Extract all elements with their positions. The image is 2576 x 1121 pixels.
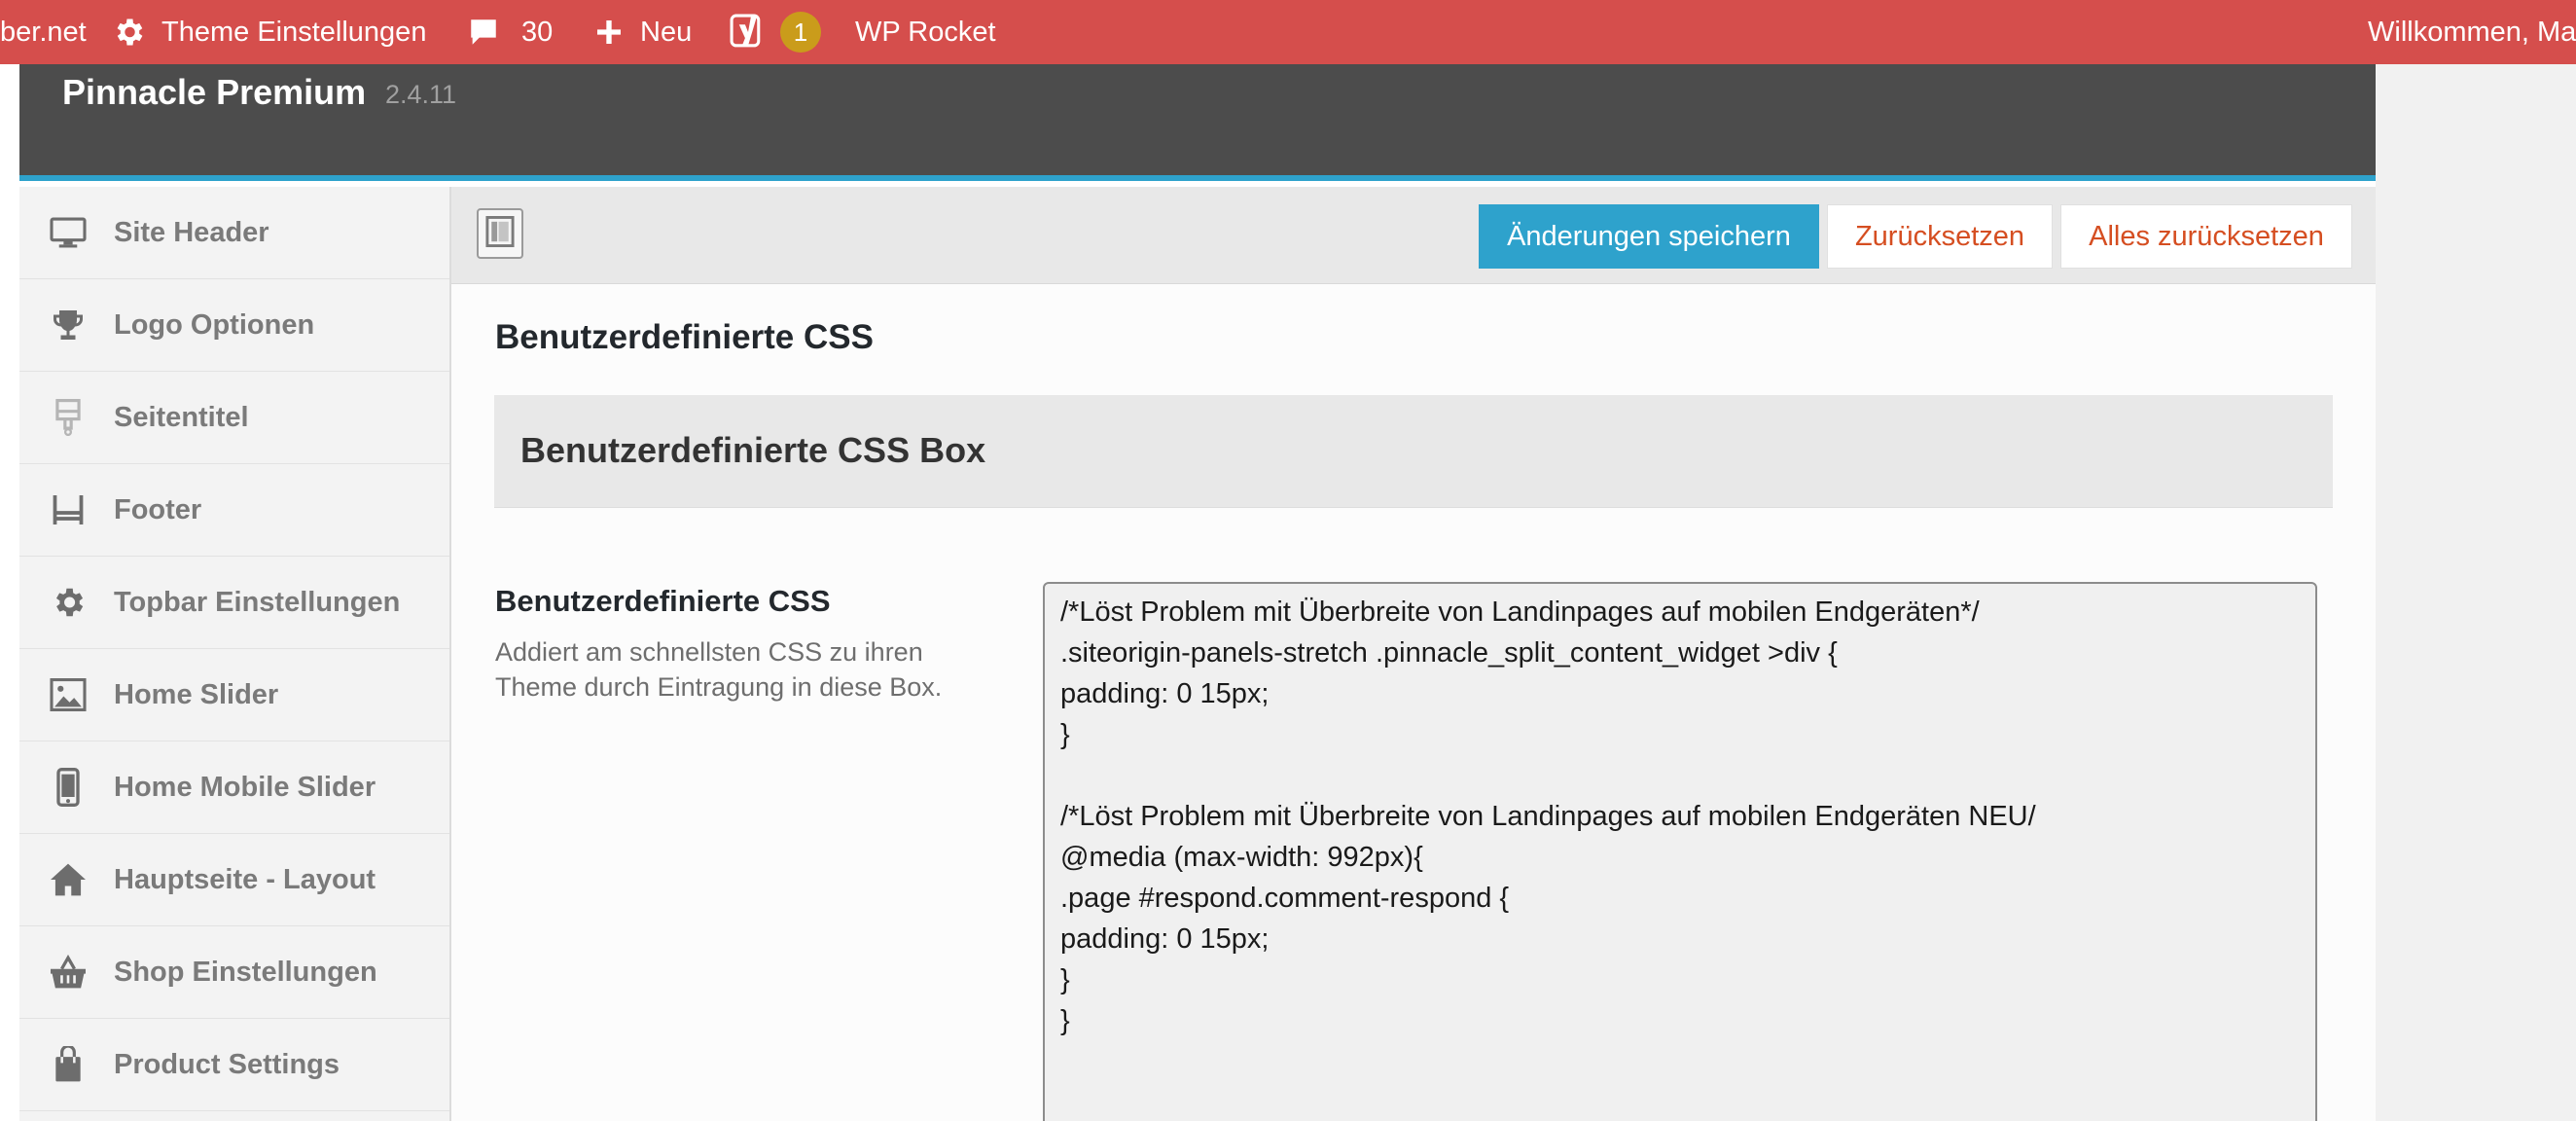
home-icon bbox=[49, 860, 88, 899]
sidebar-item-product-settings[interactable]: Product Settings bbox=[19, 1019, 449, 1111]
monitor-icon bbox=[49, 213, 88, 252]
css-box-header: Benutzerdefinierte CSS Box bbox=[494, 395, 2333, 508]
trophy-icon bbox=[49, 306, 88, 344]
theme-options-header: Pinnacle Premium 2.4.11 bbox=[19, 64, 2376, 181]
admin-bar: ber.net Theme Einstellungen 30 Neu 1 WP … bbox=[0, 0, 2576, 64]
save-changes-button[interactable]: Änderungen speichern bbox=[1479, 204, 1819, 269]
custom-css-textarea[interactable]: /*Löst Problem mit Überbreite von Landin… bbox=[1043, 582, 2317, 1121]
sidebar-item-label: Site Header bbox=[114, 216, 269, 248]
yoast-icon bbox=[730, 13, 767, 52]
options-sidebar: Site Header Logo Optionen Seitentitel Fo… bbox=[19, 187, 451, 1121]
page-background-strip bbox=[2376, 64, 2576, 1121]
comments-link[interactable]: 30 bbox=[467, 0, 553, 64]
sidebar-item-label: Logo Optionen bbox=[114, 308, 315, 341]
wp-rocket-label: WP Rocket bbox=[855, 16, 996, 48]
sidebar-item-label: Shop Einstellungen bbox=[114, 956, 377, 988]
welcome-label: Willkommen, Ma bbox=[2368, 16, 2576, 48]
image-icon bbox=[49, 675, 88, 714]
sidebar-item-label: Home Slider bbox=[114, 678, 279, 710]
gear-icon bbox=[49, 583, 88, 622]
sidebar-item-footer[interactable]: Footer bbox=[19, 464, 449, 557]
yoast-notification-badge: 1 bbox=[780, 12, 821, 53]
new-label: Neu bbox=[640, 16, 693, 48]
custom-css-field-description: Addiert am schnellsten CSS zu ihren Them… bbox=[495, 637, 943, 702]
sidebar-item-topbar-einstellungen[interactable]: Topbar Einstellungen bbox=[19, 557, 449, 649]
expand-options-toggle[interactable] bbox=[477, 208, 523, 259]
css-box-title: Benutzerdefinierte CSS Box bbox=[520, 430, 986, 470]
account-menu[interactable]: Willkommen, Ma bbox=[2368, 0, 2576, 64]
comment-icon bbox=[467, 16, 500, 49]
gear-icon bbox=[111, 15, 146, 50]
sidebar-item-label: Topbar Einstellungen bbox=[114, 586, 401, 618]
theme-title: Pinnacle Premium bbox=[62, 72, 367, 112]
sidebar-item-label: Product Settings bbox=[114, 1048, 340, 1080]
theme-settings-link[interactable]: Theme Einstellungen bbox=[111, 0, 426, 64]
site-name-label: ber.net bbox=[0, 16, 87, 48]
paintbrush-icon bbox=[49, 398, 88, 437]
site-name-link[interactable]: ber.net bbox=[0, 0, 87, 64]
sidebar-item-label: Footer bbox=[114, 493, 202, 525]
new-content-link[interactable]: Neu bbox=[593, 0, 692, 64]
sidebar-item-shop-einstellungen[interactable]: Shop Einstellungen bbox=[19, 926, 449, 1019]
reset-all-button[interactable]: Alles zurücksetzen bbox=[2060, 204, 2352, 269]
wp-rocket-link[interactable]: WP Rocket bbox=[855, 0, 996, 64]
theme-settings-label: Theme Einstellungen bbox=[161, 16, 427, 48]
options-content: Änderungen speichern Zurücksetzen Alles … bbox=[451, 187, 2376, 1121]
sidebar-item-label: Seitentitel bbox=[114, 401, 249, 433]
shopping-bag-icon bbox=[49, 1045, 88, 1084]
layout-icon bbox=[485, 215, 515, 252]
mobile-icon bbox=[49, 768, 88, 807]
comments-count: 30 bbox=[521, 16, 554, 48]
footer-icon bbox=[49, 490, 88, 529]
section-title: Benutzerdefinierte CSS bbox=[495, 318, 874, 356]
sidebar-item-home-slider[interactable]: Home Slider bbox=[19, 649, 449, 741]
sidebar-item-site-header[interactable]: Site Header bbox=[19, 187, 449, 279]
sidebar-item-seitentitel[interactable]: Seitentitel bbox=[19, 372, 449, 464]
plus-icon bbox=[593, 17, 625, 48]
reset-section-button[interactable]: Zurücksetzen bbox=[1827, 204, 2053, 269]
sidebar-item-label: Hauptseite - Layout bbox=[114, 863, 376, 895]
theme-version: 2.4.11 bbox=[385, 80, 457, 109]
options-toolbar: Änderungen speichern Zurücksetzen Alles … bbox=[451, 187, 2376, 284]
sidebar-item-home-mobile-slider[interactable]: Home Mobile Slider bbox=[19, 741, 449, 834]
custom-css-field-title: Benutzerdefinierte CSS bbox=[495, 584, 831, 618]
yoast-seo-link[interactable]: 1 bbox=[730, 0, 821, 64]
sidebar-item-hauptseite-layout[interactable]: Hauptseite - Layout bbox=[19, 834, 449, 926]
sidebar-item-logo-optionen[interactable]: Logo Optionen bbox=[19, 279, 449, 372]
basket-icon bbox=[49, 953, 88, 992]
sidebar-item-label: Home Mobile Slider bbox=[114, 771, 376, 803]
